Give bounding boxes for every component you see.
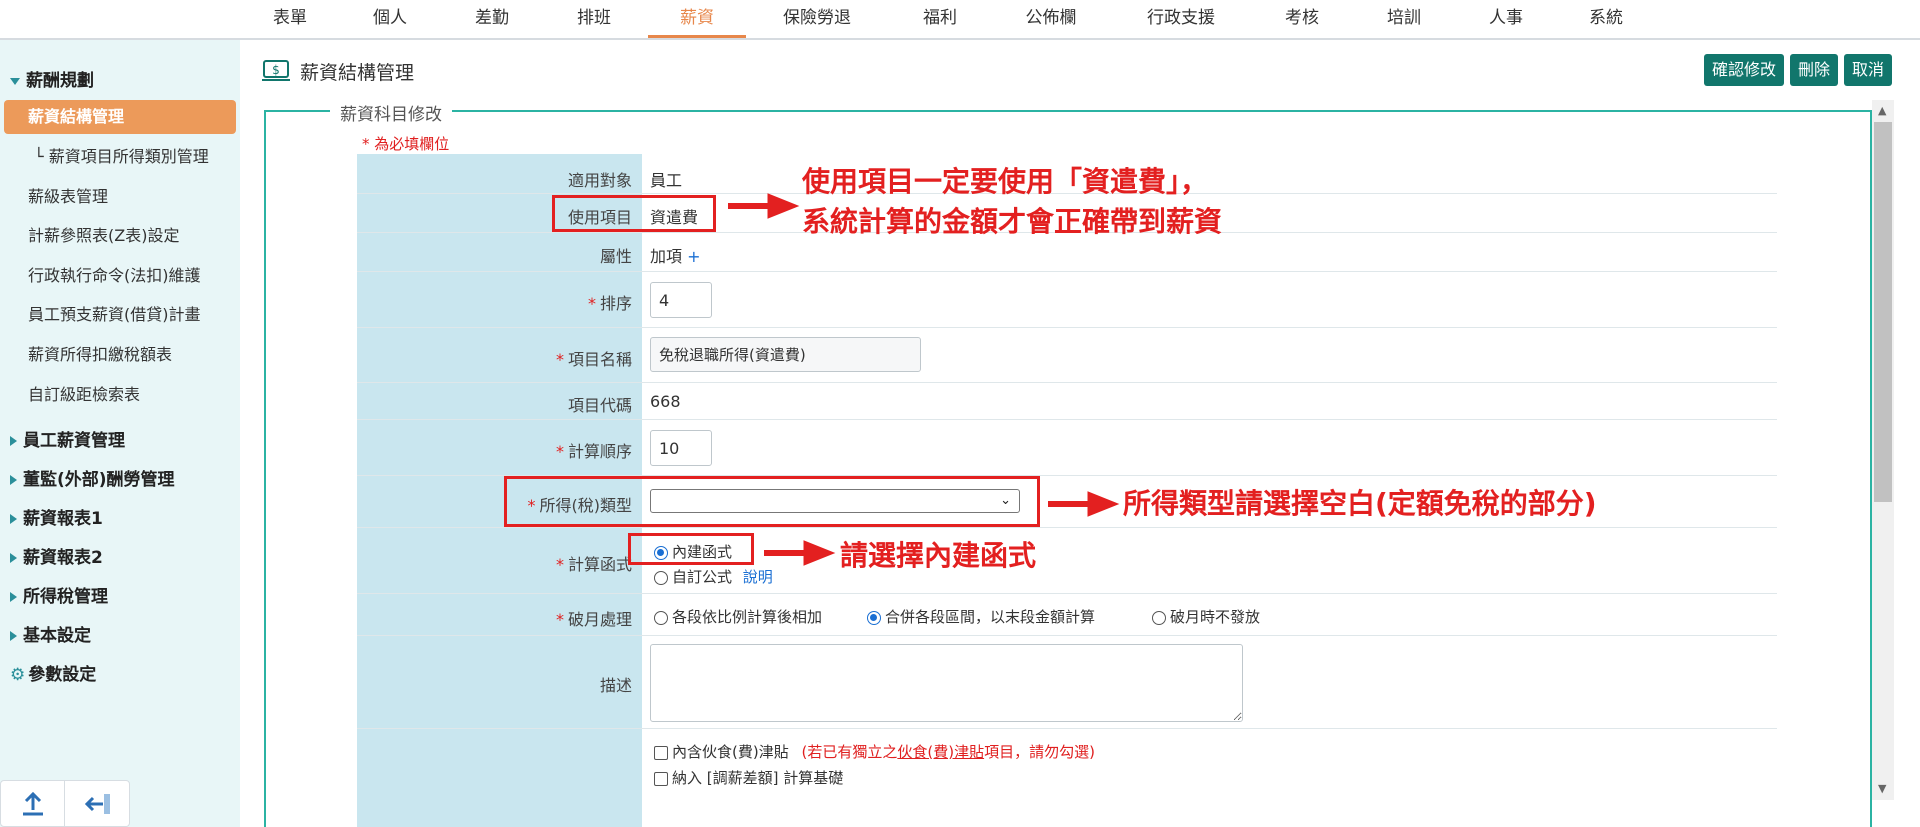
annotation-note-use-item-line1: 使用項目一定要使用「資遣費」， bbox=[802, 165, 1209, 198]
annotation-arrowhead-3 bbox=[803, 540, 836, 566]
annotation-arrowhead-1 bbox=[767, 193, 800, 219]
annotation-note-income-type: 所得類型請選擇空白(定額免稅的部分) bbox=[1123, 487, 1597, 520]
annotation-arrowhead-2 bbox=[1087, 491, 1120, 517]
annotation-note-use-item-line2: 系統計算的金額才會正確帶到薪資 bbox=[802, 205, 1223, 238]
annotation-note-calc-function: 請選擇內建函式 bbox=[840, 539, 1037, 572]
annotation-arrows bbox=[728, 193, 1120, 566]
